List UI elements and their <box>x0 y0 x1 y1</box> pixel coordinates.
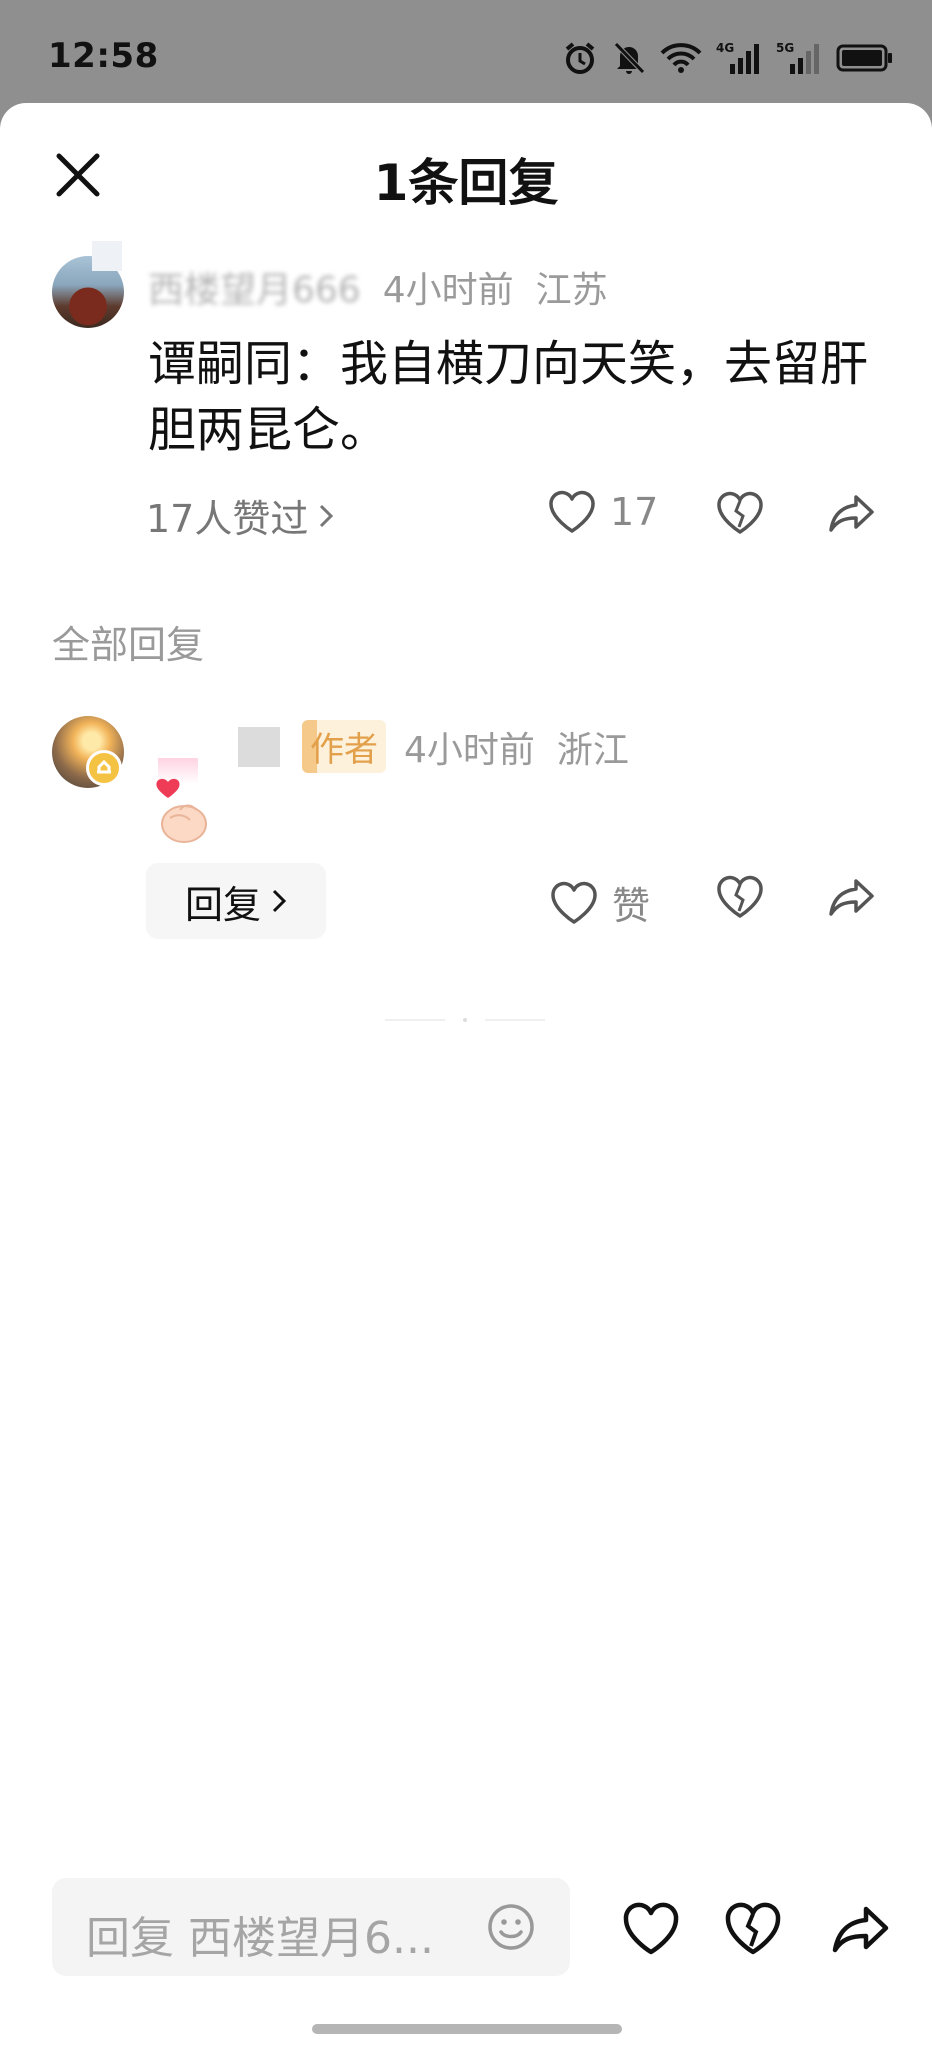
heart-icon <box>549 490 595 533</box>
reply-like-button[interactable]: 赞 <box>550 875 650 930</box>
bottom-like-button[interactable] <box>622 1901 680 1959</box>
comment-time: 4小时前 <box>382 270 514 311</box>
avatar-overlay <box>92 241 122 271</box>
likers-link[interactable]: 17人赞过 <box>146 488 334 543</box>
like-button[interactable]: 17 <box>548 490 658 534</box>
status-time: 12:58 <box>48 36 159 76</box>
chevron-right-icon <box>320 504 334 527</box>
home-indicator[interactable] <box>312 2024 622 2034</box>
author-badge-icon <box>86 750 122 786</box>
reply-dislike-button[interactable] <box>716 875 764 919</box>
share-button[interactable] <box>828 491 876 535</box>
signal-5g-icon: 5G <box>776 41 819 74</box>
svg-text:4G: 4G <box>716 41 734 55</box>
comment-meta: 西楼望月666 4小时前 江苏 <box>148 261 608 313</box>
chevron-right-icon <box>272 889 287 913</box>
author-tag: 作者 <box>302 720 386 773</box>
reply-input-placeholder: 回复 西楼望月6... <box>86 1913 434 1964</box>
redacted-username[interactable] <box>238 726 280 767</box>
username[interactable]: 西楼望月666 <box>148 261 361 313</box>
reply-location: 浙江 <box>556 729 629 771</box>
status-bar: 12:58 4G 5G <box>0 0 932 103</box>
finger-heart-sticker <box>150 758 220 846</box>
broken-heart-icon <box>717 491 763 534</box>
reply-input[interactable]: 回复 西楼望月6... <box>52 1878 570 1976</box>
wifi-icon <box>660 43 702 73</box>
reply-button-label: 回复 <box>184 882 261 927</box>
heart-icon <box>551 881 597 924</box>
signal-4g-icon: 4G <box>716 41 759 74</box>
replies-sheet: 1条回复 西楼望月666 4小时前 江苏 谭嗣同：我自横刀向天笑，去留肝胆两昆仑… <box>0 103 932 2048</box>
likers-text: 17人赞过 <box>146 497 309 541</box>
bottom-dislike-button[interactable] <box>724 1901 782 1959</box>
share-icon <box>829 879 874 916</box>
battery-icon <box>836 44 892 72</box>
reply-like-label: 赞 <box>612 884 651 928</box>
emoji-icon[interactable] <box>486 1902 536 1952</box>
svg-text:5G: 5G <box>776 41 794 55</box>
like-count: 17 <box>610 490 659 534</box>
broken-heart-icon <box>717 875 763 918</box>
bottom-share-button[interactable] <box>832 1901 890 1959</box>
dislike-button[interactable] <box>716 491 764 535</box>
comment-text: 谭嗣同：我自横刀向天笑，去留肝胆两昆仑。 <box>148 336 869 458</box>
reply-button[interactable]: 回复 <box>146 863 326 939</box>
comment-location: 江苏 <box>535 270 608 311</box>
bell-muted-icon <box>614 42 645 74</box>
end-divider <box>385 1016 545 1024</box>
reply-time: 4小时前 <box>404 729 535 771</box>
section-label: 全部回复 <box>52 623 205 667</box>
share-icon <box>829 495 874 532</box>
status-icons: 4G 5G <box>562 40 894 76</box>
alarm-icon <box>565 42 595 74</box>
sheet-title: 1条回复 <box>373 154 559 212</box>
reply-meta: 作者 4小时前 浙江 <box>238 720 629 773</box>
reply-share-button[interactable] <box>828 875 876 919</box>
